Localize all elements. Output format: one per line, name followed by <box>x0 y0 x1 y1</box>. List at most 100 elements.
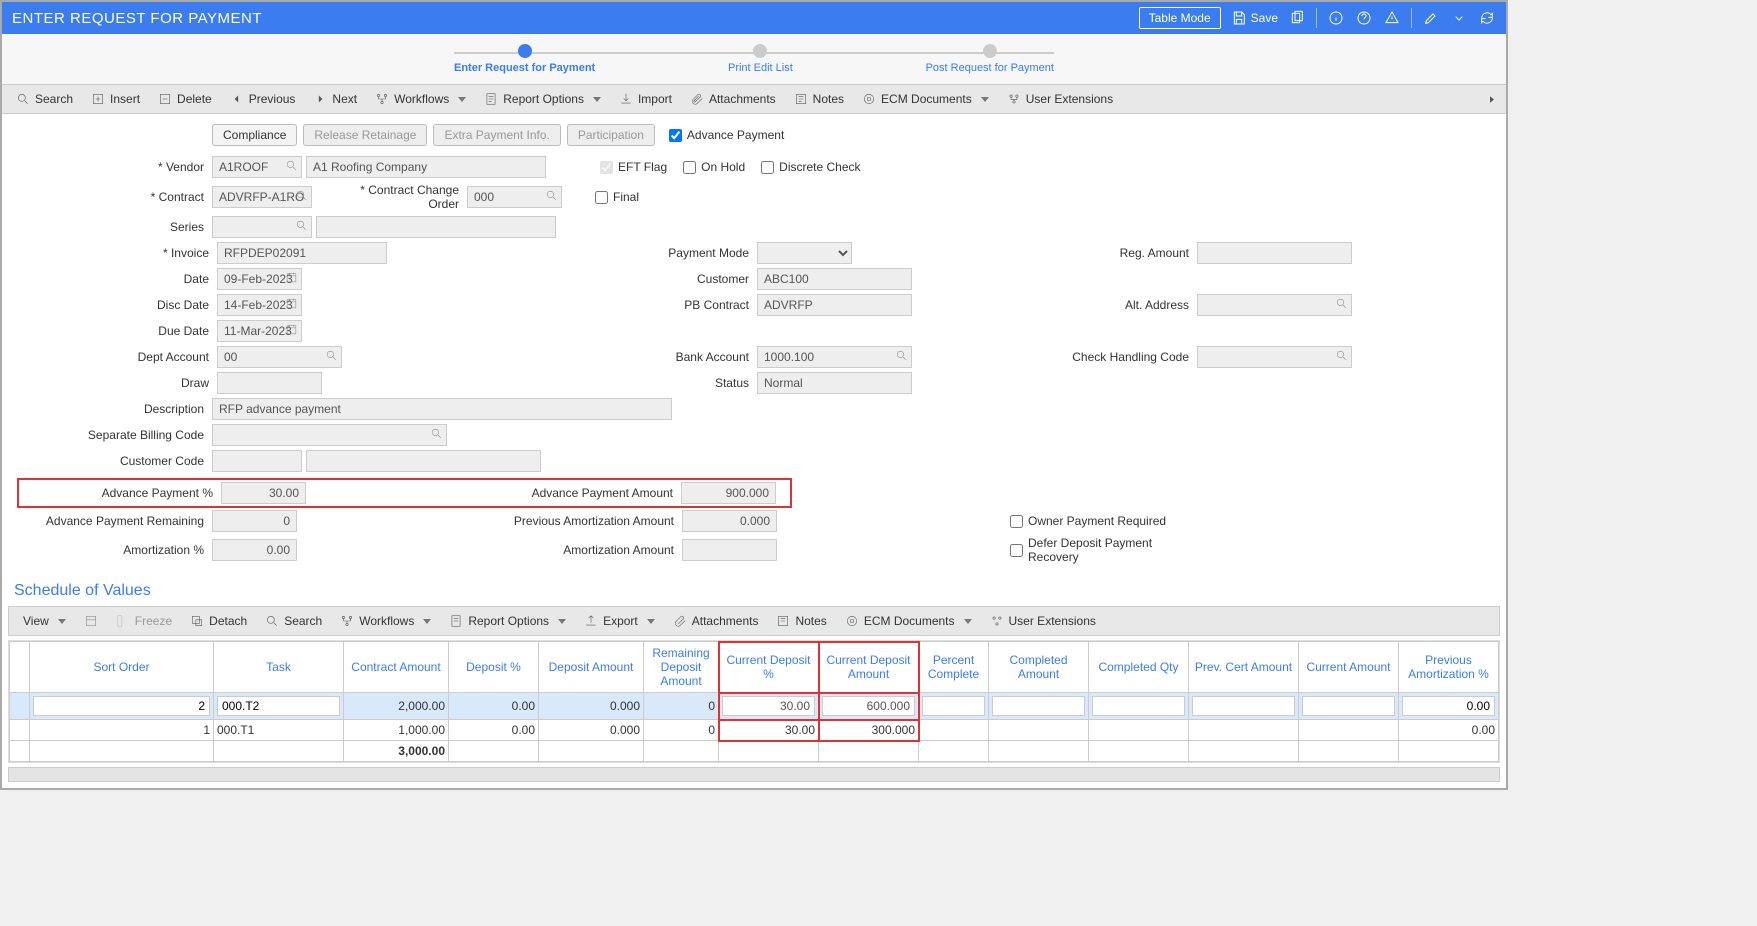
defer-deposit-checkbox[interactable]: Defer Deposit Payment Recovery <box>1010 536 1178 564</box>
delete-button[interactable]: Delete <box>150 88 220 110</box>
prev-amort-input[interactable] <box>682 510 777 532</box>
col-cma[interactable]: Completed Amount <box>989 642 1089 693</box>
customer-input[interactable] <box>757 268 912 290</box>
sov-attachments-button[interactable]: Attachments <box>665 610 767 632</box>
edit-icon[interactable] <box>1422 9 1440 27</box>
col-pca[interactable]: Prev. Cert Amount <box>1189 642 1299 693</box>
info-icon[interactable] <box>1327 9 1345 27</box>
col-pap[interactable]: Previous Amortization % <box>1399 642 1499 693</box>
toolbar-scroll-icon[interactable] <box>1490 96 1494 102</box>
col-cda[interactable]: Current Deposit Amount <box>819 642 919 693</box>
previous-button[interactable]: Previous <box>222 88 304 110</box>
advance-payment-checkbox[interactable]: Advance Payment <box>669 128 784 142</box>
sov-export-button[interactable]: Export <box>576 610 663 632</box>
col-da[interactable]: Deposit Amount <box>539 642 644 693</box>
tab-extra-payment[interactable]: Extra Payment Info. <box>433 124 560 146</box>
table-row[interactable]: 1000.T11,000.000.000.000030.00300.0000.0… <box>10 720 1499 741</box>
calendar-icon[interactable] <box>285 271 298 287</box>
cell-input[interactable] <box>1092 696 1185 716</box>
table-mode-button[interactable]: Table Mode <box>1139 7 1221 29</box>
user-ext-button[interactable]: User Extensions <box>999 88 1121 110</box>
cell-input[interactable] <box>822 696 915 716</box>
col-task[interactable]: Task <box>214 642 344 693</box>
sov-userext-button[interactable]: User Extensions <box>982 610 1104 632</box>
customer-code-desc-input[interactable] <box>306 450 541 472</box>
col-cur[interactable]: Current Amount <box>1299 642 1399 693</box>
adv-rem-input[interactable] <box>212 510 297 532</box>
contract-input[interactable] <box>212 186 312 208</box>
tab-participation[interactable]: Participation <box>567 124 655 146</box>
reg-amount-input[interactable] <box>1197 242 1352 264</box>
step-print-edit[interactable]: Print Edit List <box>728 44 793 74</box>
sov-ecm-button[interactable]: ECM Documents <box>837 610 980 632</box>
sov-workflows-button[interactable]: Workflows <box>332 610 439 632</box>
series-desc-input[interactable] <box>316 216 556 238</box>
workflows-button[interactable]: Workflows <box>367 88 474 110</box>
col-cq[interactable]: Completed Qty <box>1089 642 1189 693</box>
dept-account-input[interactable] <box>217 346 342 368</box>
cell-input[interactable] <box>722 696 815 716</box>
amort-pct-input[interactable] <box>212 539 297 561</box>
sov-freeze-button[interactable]: Freeze <box>108 610 180 632</box>
ecm-button[interactable]: ECM Documents <box>854 88 997 110</box>
help-icon[interactable] <box>1355 9 1373 27</box>
sep-billing-input[interactable] <box>212 424 447 446</box>
col-ca[interactable]: Contract Amount <box>344 642 449 693</box>
notes-button[interactable]: Notes <box>786 88 852 110</box>
horizontal-scrollbar[interactable] <box>8 767 1500 782</box>
sov-notes-button[interactable]: Notes <box>768 610 834 632</box>
import-button[interactable]: Import <box>611 88 680 110</box>
check-handling-input[interactable] <box>1197 346 1352 368</box>
col-pc[interactable]: Percent Complete <box>919 642 989 693</box>
final-checkbox[interactable]: Final <box>595 190 639 204</box>
insert-button[interactable]: Insert <box>83 88 148 110</box>
eft-checkbox[interactable]: EFT Flag <box>600 160 667 174</box>
search-button[interactable]: Search <box>8 88 81 110</box>
vendor-input[interactable] <box>212 156 302 178</box>
pb-contract-input[interactable] <box>757 294 912 316</box>
description-input[interactable] <box>212 398 672 420</box>
invoice-input[interactable] <box>217 242 387 264</box>
discrete-checkbox[interactable]: Discrete Check <box>761 160 860 174</box>
series-input[interactable] <box>212 216 312 238</box>
payment-mode-select[interactable] <box>757 242 852 264</box>
cco-input[interactable] <box>467 186 562 208</box>
customer-code-input[interactable] <box>212 450 302 472</box>
col-sort[interactable]: Sort Order <box>30 642 214 693</box>
refresh-icon[interactable] <box>1478 9 1496 27</box>
cell-input[interactable] <box>33 696 210 716</box>
report-options-button[interactable]: Report Options <box>476 88 609 110</box>
alert-icon[interactable] <box>1383 9 1401 27</box>
cell-input[interactable] <box>217 696 340 716</box>
cell-input[interactable] <box>1402 696 1495 716</box>
cell-input[interactable] <box>1302 696 1395 716</box>
cell-input[interactable] <box>992 696 1085 716</box>
owner-pay-checkbox[interactable]: Owner Payment Required <box>1010 514 1166 528</box>
draw-input[interactable] <box>217 372 322 394</box>
col-dp[interactable]: Deposit % <box>449 642 539 693</box>
sov-view-button[interactable]: View <box>15 610 74 632</box>
tab-compliance[interactable]: Compliance <box>212 124 297 146</box>
alt-address-input[interactable] <box>1197 294 1352 316</box>
step-post-request[interactable]: Post Request for Payment <box>926 44 1054 74</box>
copy-icon[interactable] <box>1288 9 1306 27</box>
cell-input[interactable] <box>922 696 985 716</box>
sov-detach-button[interactable]: Detach <box>182 610 255 632</box>
onhold-checkbox[interactable]: On Hold <box>683 160 745 174</box>
col-rd[interactable]: Remaining Deposit Amount <box>644 642 719 693</box>
next-button[interactable]: Next <box>305 88 365 110</box>
adv-amt-input[interactable] <box>681 482 776 504</box>
sov-report-button[interactable]: Report Options <box>441 610 574 632</box>
vendor-name-input[interactable] <box>306 156 546 178</box>
amort-amt-input[interactable] <box>682 539 777 561</box>
attachments-button[interactable]: Attachments <box>682 88 784 110</box>
sov-search-button[interactable]: Search <box>257 610 330 632</box>
sov-format-icon[interactable] <box>76 610 106 632</box>
bank-account-input[interactable] <box>757 346 912 368</box>
table-row[interactable]: 2,000.000.000.0000 <box>10 693 1499 720</box>
save-button[interactable]: Save <box>1231 9 1278 27</box>
col-cdp[interactable]: Current Deposit % <box>719 642 819 693</box>
tab-release-retainage[interactable]: Release Retainage <box>303 124 427 146</box>
cell-input[interactable] <box>1192 696 1295 716</box>
step-enter-request[interactable]: Enter Request for Payment <box>454 44 595 74</box>
